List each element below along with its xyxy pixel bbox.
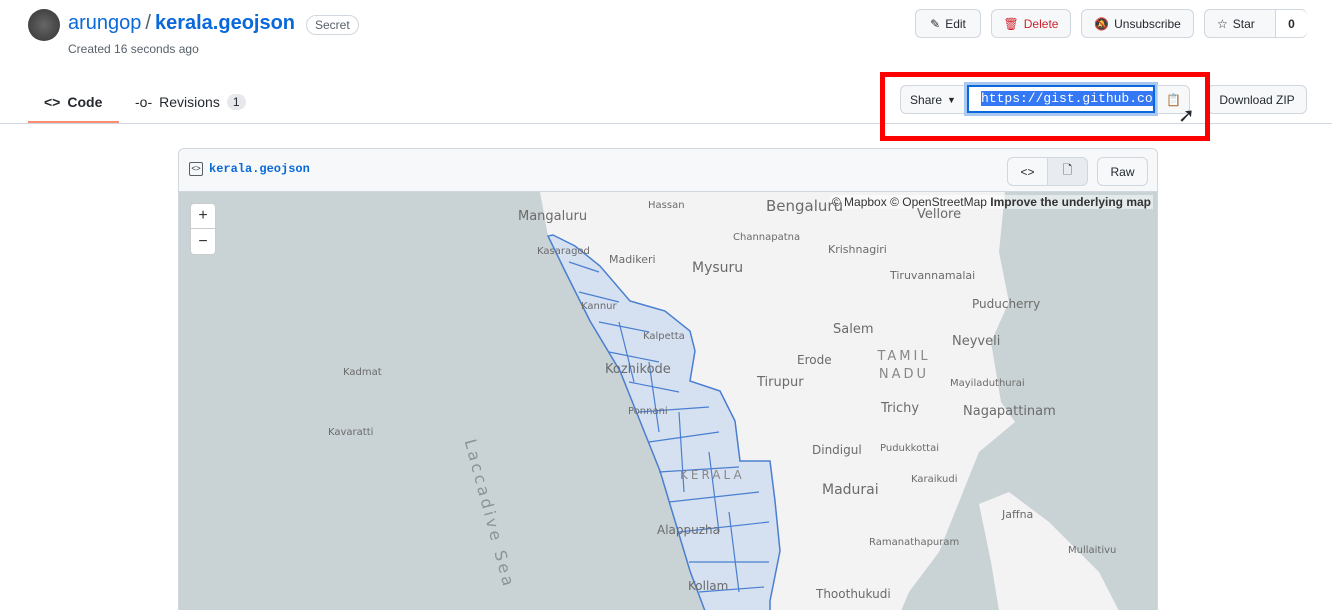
gist-name-link[interactable]: kerala.geojson <box>155 12 295 34</box>
unsubscribe-button[interactable]: 🔕 Unsubscribe <box>1081 9 1194 38</box>
map-label: Bengaluru <box>766 197 844 215</box>
map-label: Kasaragod <box>537 246 590 257</box>
file-name-link[interactable]: kerala.geojson <box>209 162 310 176</box>
tab-revisions[interactable]: -o- Revisions 1 <box>135 80 246 123</box>
star-count: 0 <box>1275 10 1307 37</box>
map-label: Kozhikode <box>605 362 671 377</box>
map-label: Pudukkottai <box>880 443 939 454</box>
map-label: Jaffna <box>1002 508 1034 521</box>
gist-title: arungop / kerala.geojson <box>68 12 295 35</box>
zoom-out-button[interactable]: − <box>190 229 216 255</box>
edit-button[interactable]: ✎ Edit <box>915 9 981 38</box>
edit-label: Edit <box>945 16 966 31</box>
code-icon: <> <box>1020 164 1035 179</box>
map-attribution: © Mapbox © OpenStreetMap Improve the und… <box>829 195 1153 209</box>
secret-badge: Secret <box>306 15 359 35</box>
map-label: Thoothukudi <box>816 587 891 601</box>
star-icon: ☆ <box>1217 16 1228 31</box>
pencil-icon: ✎ <box>930 16 941 31</box>
map-label: Madikeri <box>609 253 656 266</box>
mouse-cursor: ➚ <box>1178 105 1195 127</box>
map-label: Krishnagiri <box>828 243 887 256</box>
owner-link[interactable]: arungop <box>68 12 141 34</box>
tab-revisions-label: Revisions <box>159 93 220 110</box>
map-label: Madurai <box>822 482 879 498</box>
avatar[interactable] <box>28 9 60 41</box>
delete-button[interactable]: 🗑 Delete <box>991 9 1071 38</box>
map-label: Alappuzha <box>657 523 720 537</box>
map-label: Mysuru <box>692 260 744 276</box>
map-label: Ramanathapuram <box>869 537 960 548</box>
highlight-box <box>880 72 1210 141</box>
improve-map-link[interactable]: Improve the underlying map <box>990 195 1151 209</box>
map-label: Mayiladuthurai <box>950 378 1025 389</box>
map-label: Neyveli <box>952 334 1001 349</box>
commit-icon: -o- <box>135 93 153 110</box>
map-canvas <box>179 192 1157 610</box>
file-header: <> kerala.geojson <> 🗋 Raw <box>179 149 1157 192</box>
delete-label: Delete <box>1023 16 1059 31</box>
download-zip-button[interactable]: Download ZIP <box>1207 85 1307 114</box>
created-time: Created 16 seconds ago <box>68 42 199 56</box>
separator: / <box>145 12 151 34</box>
tab-code[interactable]: <> Code <box>44 80 102 123</box>
map-label: Kadmat <box>343 367 382 378</box>
bell-slash-icon: 🔕 <box>1094 16 1110 31</box>
map-label: Kollam <box>688 579 729 593</box>
map-label: Karaikudi <box>911 474 958 485</box>
map-label: Erode <box>797 353 832 367</box>
map-label: Kannur <box>581 301 617 312</box>
map-label: Vellore <box>917 207 962 222</box>
raw-button[interactable]: Raw <box>1097 157 1148 186</box>
zoom-in-button[interactable]: + <box>190 203 216 229</box>
map-label: Tirupur <box>757 375 804 390</box>
map-label: Ponnani <box>628 406 668 417</box>
file-code-icon: <> <box>189 162 203 176</box>
map[interactable]: + − © Mapbox © OpenStreetMap Improve the… <box>179 192 1157 610</box>
map-label: Hassan <box>648 200 685 211</box>
map-label: Mullaitivu <box>1068 545 1117 556</box>
code-icon: <> <box>44 93 61 110</box>
trash-icon: 🗑 <box>1003 16 1019 31</box>
map-label: Salem <box>833 322 874 337</box>
source-view-button[interactable]: <> <box>1007 157 1048 186</box>
star-label: Star <box>1232 16 1255 31</box>
map-label: Kalpetta <box>643 331 685 342</box>
map-label: Kavaratti <box>328 427 374 438</box>
unsubscribe-label: Unsubscribe <box>1114 16 1181 31</box>
file-box: <> kerala.geojson <> 🗋 Raw + − © Mapbox … <box>178 148 1158 610</box>
map-label: Tiruvannamalai <box>890 269 976 282</box>
map-label: Puducherry <box>972 297 1041 311</box>
map-label: Trichy <box>881 401 920 416</box>
tab-code-label: Code <box>67 93 103 110</box>
map-label: TAMIL NADU <box>877 349 931 382</box>
map-label: Mangaluru <box>518 209 588 224</box>
map-label: Channapatna <box>733 232 801 243</box>
map-label: KERALA <box>680 468 745 482</box>
map-label: Dindigul <box>812 443 862 457</box>
revisions-count: 1 <box>226 93 246 110</box>
rendered-view-button[interactable]: 🗋 <box>1047 157 1088 186</box>
file-icon: 🗋 <box>1062 163 1073 177</box>
map-label: Nagapattinam <box>963 404 1056 419</box>
star-button[interactable]: ☆ Star 0 <box>1204 9 1307 38</box>
